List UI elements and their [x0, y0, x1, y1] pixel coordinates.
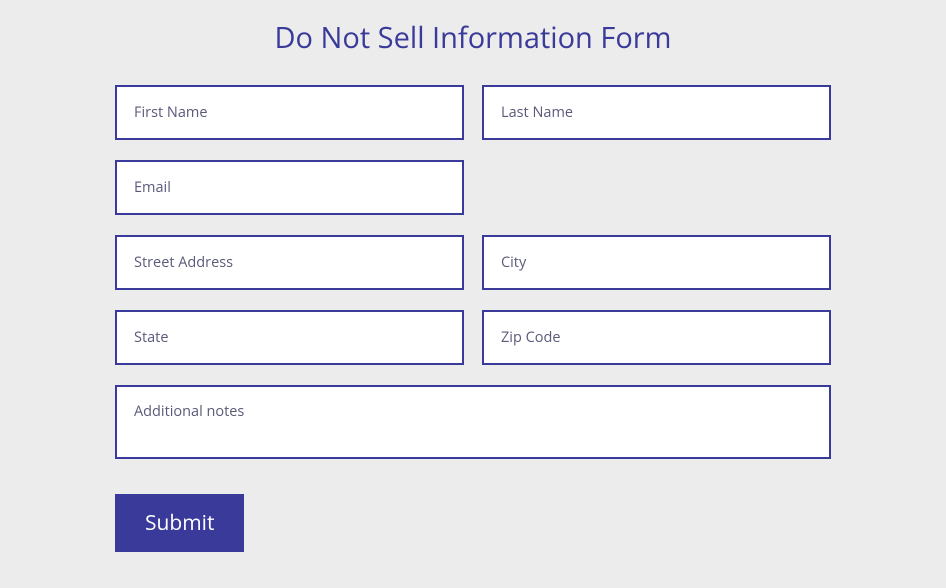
form-row-state-zip [115, 310, 831, 365]
first-name-field[interactable] [115, 85, 464, 140]
city-field-wrapper [482, 235, 831, 290]
form-row-email [115, 160, 831, 215]
form-title: Do Not Sell Information Form [115, 18, 831, 57]
zip-code-field[interactable] [482, 310, 831, 365]
first-name-field-wrapper [115, 85, 464, 140]
row-spacer [482, 160, 831, 215]
last-name-field-wrapper [482, 85, 831, 140]
additional-notes-field[interactable] [115, 385, 831, 459]
street-address-field-wrapper [115, 235, 464, 290]
form-row-name [115, 85, 831, 140]
state-field[interactable] [115, 310, 464, 365]
form-row-notes [115, 385, 831, 464]
last-name-field[interactable] [482, 85, 831, 140]
street-address-field[interactable] [115, 235, 464, 290]
form-row-address [115, 235, 831, 290]
zip-code-field-wrapper [482, 310, 831, 365]
state-field-wrapper [115, 310, 464, 365]
submit-button[interactable]: Submit [115, 494, 244, 552]
email-field[interactable] [115, 160, 464, 215]
city-field[interactable] [482, 235, 831, 290]
do-not-sell-form: Do Not Sell Information Form [0, 0, 946, 582]
additional-notes-field-wrapper [115, 385, 831, 464]
email-field-wrapper [115, 160, 464, 215]
